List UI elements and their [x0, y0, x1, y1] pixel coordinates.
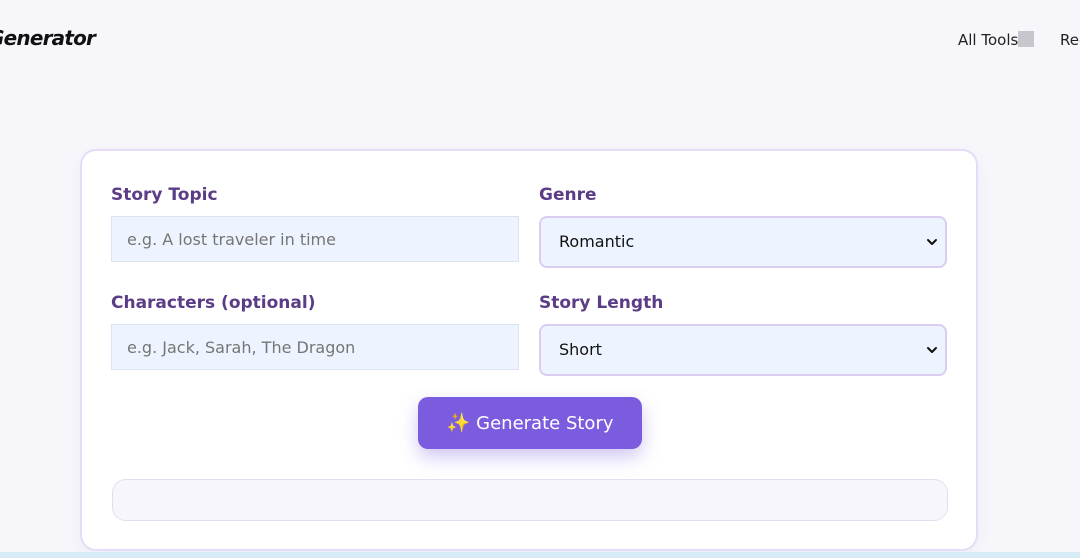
- story-length-label: Story Length: [539, 293, 664, 313]
- top-navigation: Generator All Tools Rec: [0, 0, 1080, 80]
- site-logo[interactable]: Generator: [0, 26, 96, 50]
- genre-label: Genre: [539, 185, 597, 205]
- generate-story-label: Generate Story: [476, 412, 614, 434]
- bottom-strip: [0, 552, 1080, 558]
- characters-label: Characters (optional): [111, 293, 316, 313]
- generate-story-button[interactable]: ✨ Generate Story: [418, 397, 642, 449]
- nav-all-tools-link[interactable]: All Tools: [958, 31, 1035, 49]
- nav-all-tools-label: All Tools: [958, 31, 1019, 49]
- genre-select[interactable]: Romantic: [539, 216, 947, 268]
- story-output-box: [112, 479, 948, 521]
- nav-partial-link[interactable]: Rec: [1060, 31, 1080, 49]
- story-generator-card: Story Topic Genre Romantic Characters (o…: [80, 149, 978, 551]
- sparkles-icon: ✨: [446, 411, 471, 434]
- story-topic-label: Story Topic: [111, 185, 218, 205]
- chevron-down-icon: [927, 239, 937, 245]
- characters-input[interactable]: [111, 324, 519, 370]
- chevron-down-icon: [927, 347, 937, 353]
- story-topic-input[interactable]: [111, 216, 519, 262]
- story-length-select[interactable]: Short: [539, 324, 947, 376]
- genre-selected-value: Romantic: [559, 232, 635, 251]
- story-length-selected-value: Short: [559, 340, 602, 359]
- dropdown-image-icon: [1018, 31, 1035, 47]
